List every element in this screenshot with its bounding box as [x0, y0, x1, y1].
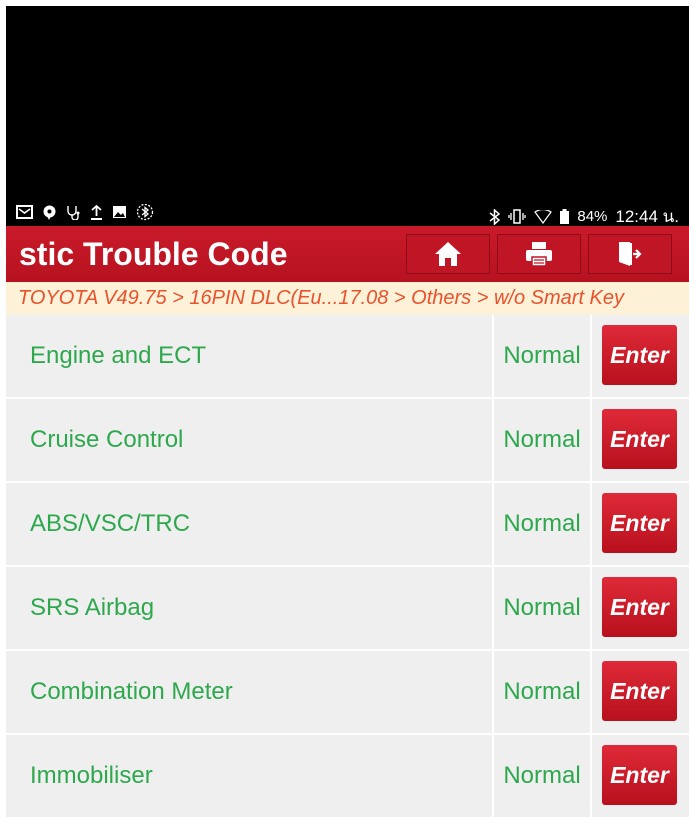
- system-status: Normal: [494, 483, 590, 565]
- system-status: Normal: [494, 651, 590, 733]
- system-name: ABS/VSC/TRC: [6, 483, 492, 565]
- system-status: Normal: [494, 735, 590, 817]
- enter-button[interactable]: Enter: [602, 409, 677, 469]
- system-status: Normal: [494, 399, 590, 481]
- enter-button[interactable]: Enter: [602, 745, 677, 805]
- home-button[interactable]: [406, 234, 490, 274]
- system-name: Engine and ECT: [6, 315, 492, 397]
- system-name: Immobiliser: [6, 735, 492, 817]
- enter-button[interactable]: Enter: [602, 325, 677, 385]
- system-name: Combination Meter: [6, 651, 492, 733]
- page-title: stic Trouble Code: [19, 236, 288, 272]
- print-icon: [526, 242, 552, 267]
- enter-cell: Enter: [592, 651, 689, 733]
- enter-cell: Enter: [592, 399, 689, 481]
- system-status: Normal: [494, 567, 590, 649]
- system-status: Normal: [494, 315, 590, 397]
- enter-cell: Enter: [592, 567, 689, 649]
- system-name: SRS Airbag: [6, 567, 492, 649]
- enter-button[interactable]: Enter: [602, 661, 677, 721]
- bluetooth-icon: [489, 208, 501, 225]
- enter-button[interactable]: Enter: [602, 577, 677, 637]
- enter-cell: Enter: [592, 315, 689, 397]
- battery-icon: [560, 209, 570, 224]
- status-bar: 84% 12:44 น.: [6, 200, 689, 226]
- exit-icon: [619, 242, 642, 266]
- print-button[interactable]: [497, 234, 581, 274]
- vibrate-icon: [508, 209, 527, 224]
- list-item: ABS/VSC/TRC Normal Enter: [6, 483, 689, 567]
- list-item: Cruise Control Normal Enter: [6, 399, 689, 483]
- mail-icon: [16, 205, 33, 219]
- system-list: Engine and ECT Normal Enter Cruise Contr…: [6, 315, 689, 819]
- upload-icon: [91, 204, 102, 220]
- breadcrumb: TOYOTA V49.75 > 16PIN DLC(Eu...17.08 > O…: [6, 282, 689, 315]
- chat-icon: [43, 205, 56, 220]
- exit-button[interactable]: [588, 234, 672, 274]
- image-icon: [113, 206, 126, 218]
- title-bar: stic Trouble Code: [6, 226, 689, 282]
- bluetooth-scan-icon: [136, 203, 154, 221]
- stethoscope-icon: [67, 205, 80, 220]
- list-item: Combination Meter Normal Enter: [6, 651, 689, 735]
- list-item: Immobiliser Normal Enter: [6, 735, 689, 819]
- system-name: Cruise Control: [6, 399, 492, 481]
- battery-level: 84%: [577, 208, 608, 225]
- enter-button[interactable]: Enter: [602, 493, 677, 553]
- list-item: Engine and ECT Normal Enter: [6, 315, 689, 399]
- screen-top-black: [6, 6, 689, 200]
- wifi-icon: [534, 209, 553, 224]
- home-icon: [435, 242, 461, 266]
- list-item: SRS Airbag Normal Enter: [6, 567, 689, 651]
- enter-cell: Enter: [592, 735, 689, 817]
- enter-cell: Enter: [592, 483, 689, 565]
